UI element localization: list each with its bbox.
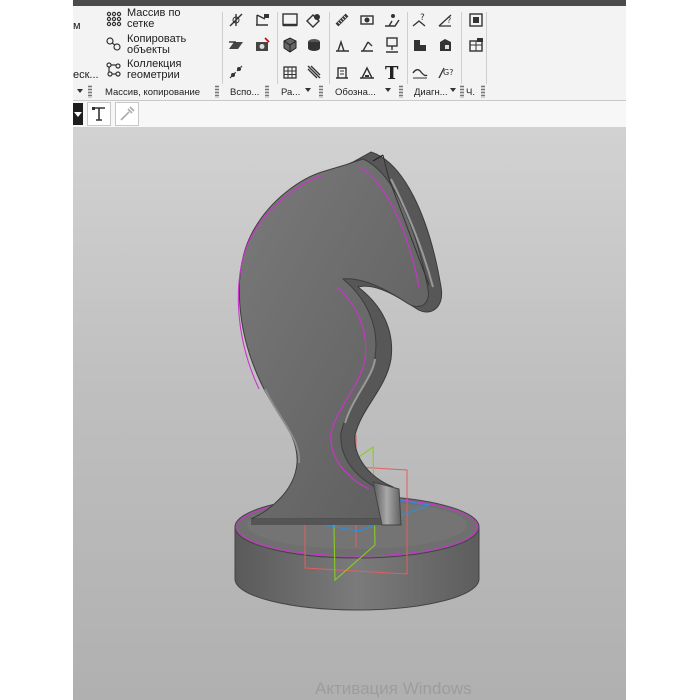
section-knife-icon[interactable] (305, 63, 323, 81)
svg-text:?: ? (447, 16, 451, 25)
collapse-arrow-icon[interactable] (77, 89, 83, 93)
base-icon[interactable] (358, 36, 376, 54)
group-aux[interactable]: Вспо... (230, 87, 259, 98)
grip-icon[interactable] (481, 85, 485, 98)
grip-icon[interactable] (88, 85, 92, 98)
grip-icon[interactable] (319, 85, 323, 98)
svg-text:G?: G? (443, 68, 453, 77)
pipette-icon (118, 105, 136, 123)
grip-icon[interactable] (460, 85, 464, 98)
cut-label-1[interactable]: м (73, 21, 81, 32)
copy-objects-label: Копировать объекты (127, 33, 187, 56)
group-array-copy[interactable]: Массив, копирование (105, 87, 200, 98)
svg-text:?: ? (420, 13, 425, 23)
geometry-collection-button[interactable]: Коллекция геометрии (103, 58, 221, 82)
knight-piece[interactable] (237, 151, 443, 526)
table-icon[interactable] (467, 36, 485, 54)
model-canvas[interactable] (73, 127, 626, 700)
grip-icon[interactable] (215, 85, 219, 98)
measure-icon[interactable]: ? (437, 11, 455, 29)
text-icon[interactable]: T (383, 63, 401, 81)
geometry-collection-label: Коллекция геометрии (127, 58, 182, 81)
grid-array-label: Массив по сетке (127, 7, 181, 30)
group-sections[interactable]: Ра... (281, 87, 300, 98)
grid-array-button[interactable]: Массив по сетке (103, 7, 221, 31)
tolerance-icon[interactable] (383, 36, 401, 54)
section-cylinder-icon[interactable] (305, 36, 323, 54)
leader-icon[interactable] (383, 11, 401, 29)
svg-text:T: T (385, 63, 399, 81)
group-designations[interactable]: Обозна... (335, 87, 376, 98)
grip-icon[interactable] (399, 85, 403, 98)
windows-activation-watermark: Активация Windows (315, 679, 472, 698)
roughness-icon[interactable] (333, 36, 351, 54)
secondary-toolbar (73, 101, 626, 128)
dropdown-button[interactable] (73, 103, 83, 125)
pipette-button[interactable] (115, 102, 139, 126)
chevron-down-icon (74, 112, 82, 117)
g-check-icon[interactable]: G? (437, 63, 455, 81)
grip-icon[interactable] (265, 85, 269, 98)
3d-viewport[interactable] (73, 127, 626, 700)
aux-plane-icon[interactable] (227, 36, 245, 54)
copy-objects-icon (105, 36, 123, 54)
aux-axis-icon[interactable] (227, 63, 245, 81)
ribbon: м еск... Массив по сетке Копировать объе… (73, 6, 626, 104)
aux-line-icon[interactable] (227, 11, 245, 29)
app-window: м еск... Массив по сетке Копировать объе… (73, 0, 626, 700)
group-last[interactable]: Ч. (466, 87, 475, 98)
curve-check-icon[interactable] (411, 63, 429, 81)
section-wrench-icon[interactable] (305, 11, 323, 29)
group-diagnostics-dropdown-icon[interactable] (450, 88, 456, 92)
mark-icon[interactable] (333, 63, 351, 81)
weld-icon[interactable] (358, 63, 376, 81)
area-icon[interactable] (437, 36, 455, 54)
copy-objects-button[interactable]: Копировать объекты (103, 33, 221, 57)
hole-icon[interactable] (358, 11, 376, 29)
spec-icon[interactable] (467, 11, 485, 29)
check-icon[interactable]: ? (411, 11, 429, 29)
aux-camera-icon[interactable] (253, 36, 271, 54)
thread-icon[interactable] (333, 11, 351, 29)
aux-points-icon[interactable] (253, 11, 271, 29)
section-grid-icon[interactable] (281, 63, 299, 81)
grid-array-icon (105, 10, 123, 28)
mass-icon[interactable] (411, 36, 429, 54)
section-view-icon[interactable] (281, 11, 299, 29)
group-sections-dropdown-icon[interactable] (305, 88, 311, 92)
cut-label-2[interactable]: еск... (73, 70, 99, 81)
ribbon-group-bar: Массив, копирование Вспо... Ра... Обозна… (73, 84, 626, 101)
tool-model-icon (90, 105, 108, 123)
group-diagnostics[interactable]: Диагн... (414, 87, 448, 98)
tool-model-button[interactable] (87, 102, 111, 126)
group-designations-dropdown-icon[interactable] (385, 88, 391, 92)
section-shape-icon[interactable] (281, 36, 299, 54)
geometry-collection-icon (105, 61, 123, 79)
